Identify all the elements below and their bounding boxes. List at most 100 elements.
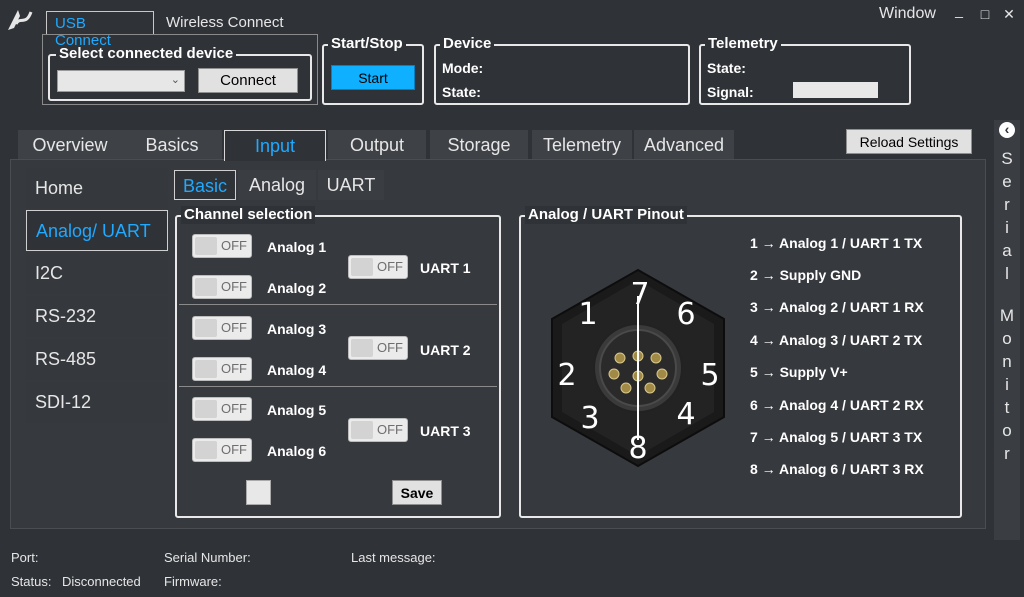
channel-selection-title: Channel selection: [181, 206, 316, 224]
pinout-row: 2 → Supply GND: [750, 267, 862, 283]
tab-wireless-connect[interactable]: Wireless Connect: [158, 11, 298, 35]
select-device-title: Select connected device: [56, 45, 237, 63]
select-all-checkbox[interactable]: [246, 480, 271, 505]
sidebar-item-analog-uart[interactable]: Analog/ UART: [26, 210, 168, 251]
sidebar-item-i2c[interactable]: I2C: [26, 253, 168, 294]
save-button[interactable]: Save: [392, 480, 442, 505]
analog-1-label: Analog 1: [267, 239, 327, 255]
pin-number-2: 2: [557, 358, 576, 393]
pin-icon: [656, 368, 668, 380]
uart-3-label: UART 3: [420, 423, 471, 439]
pin-number-7: 7: [630, 277, 649, 312]
sidebar-item-rs232[interactable]: RS-232: [26, 296, 168, 337]
tab-output[interactable]: Output: [328, 130, 426, 160]
tab-advanced[interactable]: Advanced: [634, 130, 734, 160]
pinout-row: 5 → Supply V+: [750, 364, 848, 380]
pin-icon: [614, 352, 626, 364]
pin-number-4: 4: [676, 397, 695, 432]
tab-input[interactable]: Input: [224, 130, 326, 161]
subtab-uart[interactable]: UART: [318, 170, 384, 200]
start-button[interactable]: Start: [331, 65, 415, 90]
signal-bar: [793, 82, 878, 98]
sidebar-item-home[interactable]: Home: [26, 168, 168, 209]
telemetry-title: Telemetry: [705, 35, 781, 53]
analog-5-label: Analog 5: [267, 402, 327, 418]
pinout-row: 7 → Analog 5 / UART 3 TX: [750, 429, 923, 445]
pin-number-6: 6: [676, 297, 695, 332]
sidebar-item-rs485[interactable]: RS-485: [26, 339, 168, 380]
start-stop-title: Start/Stop: [328, 35, 406, 53]
pin-icon: [644, 382, 656, 394]
tab-storage[interactable]: Storage: [430, 130, 528, 160]
status-label: Status:: [11, 574, 52, 589]
analog-5-toggle[interactable]: OFF: [192, 397, 252, 421]
serial-monitor-strip[interactable]: ‹ S e r i a l M o n i t o r: [994, 120, 1020, 540]
analog-3-toggle[interactable]: OFF: [192, 316, 252, 340]
serial-monitor-letter: S: [1001, 149, 1013, 168]
sidebar-item-sdi12[interactable]: SDI-12: [26, 382, 168, 423]
reload-settings-button[interactable]: Reload Settings: [846, 129, 972, 154]
serial-monitor-letter: e: [1002, 172, 1012, 191]
tab-basics[interactable]: Basics: [122, 130, 222, 160]
collapse-left-icon[interactable]: ‹: [999, 122, 1015, 138]
subtab-basic[interactable]: Basic: [174, 170, 236, 200]
divider: [179, 304, 497, 305]
uart-2-toggle[interactable]: OFF: [348, 336, 408, 360]
window-title: Window: [879, 5, 936, 22]
last-message-label: Last message:: [351, 550, 436, 565]
device-dropdown[interactable]: ⌄: [57, 70, 185, 92]
serial-monitor-letter: i: [1005, 218, 1009, 237]
analog-1-toggle[interactable]: OFF: [192, 234, 252, 258]
telemetry-state-label: State:: [707, 60, 746, 76]
analog-4-toggle[interactable]: OFF: [192, 357, 252, 381]
serial-monitor-letter: o: [1002, 421, 1012, 440]
port-label: Port:: [11, 550, 39, 565]
pin-number-1: 1: [578, 297, 597, 332]
serial-monitor-letter: l: [1005, 264, 1009, 283]
tab-telemetry[interactable]: Telemetry: [532, 130, 632, 160]
close-button[interactable]: ✕: [1001, 6, 1017, 23]
pinout-title: Analog / UART Pinout: [525, 206, 687, 224]
divider: [179, 386, 497, 387]
maximize-button[interactable]: □: [977, 6, 993, 22]
analog-2-toggle[interactable]: OFF: [192, 275, 252, 299]
device-title: Device: [440, 35, 495, 53]
tab-overview[interactable]: Overview: [18, 130, 122, 160]
subtab-analog[interactable]: Analog: [238, 170, 316, 200]
pin-number-8: 8: [628, 431, 647, 466]
serial-monitor-letter: o: [1002, 329, 1012, 348]
uart-1-label: UART 1: [420, 260, 471, 276]
serial-number-label: Serial Number:: [164, 550, 251, 565]
analog-6-label: Analog 6: [267, 443, 327, 459]
connector-diagram: 1 2 3 4 5 6 7 8: [551, 268, 725, 468]
pin-icon: [620, 382, 632, 394]
analog-6-toggle[interactable]: OFF: [192, 438, 252, 462]
telemetry-signal-label: Signal:: [707, 84, 754, 100]
chevron-down-icon: ⌄: [170, 74, 180, 86]
pinout-row: 6 → Analog 4 / UART 2 RX: [750, 397, 924, 413]
uart-2-label: UART 2: [420, 342, 471, 358]
serial-monitor-letter: r: [1004, 444, 1010, 463]
firmware-label: Firmware:: [164, 574, 222, 589]
connect-button[interactable]: Connect: [198, 68, 298, 93]
serial-monitor-letter: a: [1002, 241, 1012, 260]
uart-1-toggle[interactable]: OFF: [348, 255, 408, 279]
pinout-row: 3 → Analog 2 / UART 1 RX: [750, 299, 924, 315]
device-mode-label: Mode:: [442, 60, 484, 76]
status-value: Disconnected: [62, 574, 141, 589]
serial-monitor-letter: M: [999, 306, 1015, 325]
pinout-row: 8 → Analog 6 / UART 3 RX: [750, 461, 924, 477]
pin-number-3: 3: [580, 401, 599, 436]
serial-monitor-letter: i: [1005, 375, 1009, 394]
tab-usb-connect[interactable]: USB Connect: [46, 11, 154, 49]
minimize-button[interactable]: _: [951, 2, 967, 18]
pin-icon: [608, 368, 620, 380]
pin-icon: [650, 352, 662, 364]
app-logo-icon: [8, 10, 33, 30]
serial-monitor-letter: n: [1002, 352, 1012, 371]
device-state-label: State:: [442, 84, 481, 100]
analog-2-label: Analog 2: [267, 280, 327, 296]
pin-number-5: 5: [700, 358, 719, 393]
analog-3-label: Analog 3: [267, 321, 327, 337]
uart-3-toggle[interactable]: OFF: [348, 418, 408, 442]
